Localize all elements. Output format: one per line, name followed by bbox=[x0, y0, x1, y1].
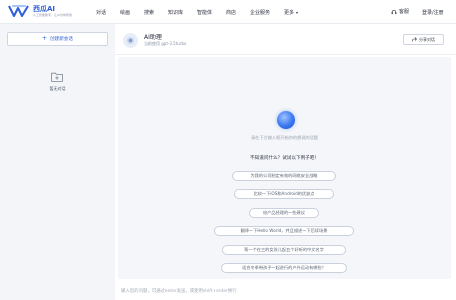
start-hint: 请在下方输入框开始你的想说的话题 bbox=[250, 135, 318, 140]
assistant-model-info: 当前使用 gpt-3.5turbo bbox=[144, 41, 187, 46]
logo-icon bbox=[8, 5, 29, 17]
nav-search[interactable]: 搜索 bbox=[144, 9, 154, 16]
share-label: 分享对话 bbox=[419, 36, 435, 42]
conversation-sidebar: + 创建新会话 暂无对话 bbox=[0, 24, 115, 300]
header-divider bbox=[115, 54, 456, 55]
customer-service-label: 客服 bbox=[399, 9, 410, 15]
assistant-avatar bbox=[123, 33, 138, 48]
top-navigation-bar: 西瓜AI 人工智能助手，让AI为你所用 对话 绘画 搜索 知识库 智能体 商店 … bbox=[0, 0, 456, 24]
brand-slogan: 人工智能助手，让AI为你所用 bbox=[33, 13, 72, 17]
nav-draw[interactable]: 绘画 bbox=[120, 9, 130, 16]
suggestion-chip[interactable]: 为我的公司制定有效的网络安全战略 bbox=[232, 171, 336, 181]
brand-logo[interactable]: 西瓜AI 人工智能助手，让AI为你所用 bbox=[8, 4, 72, 18]
assistant-icon bbox=[126, 36, 135, 45]
nav-more-label: 更多 bbox=[284, 10, 295, 16]
suggestion-chip[interactable]: 帮一个在三的女孩儿起五个好听的中文名字 bbox=[222, 245, 346, 255]
chevron-down-icon bbox=[296, 11, 299, 14]
suggestion-chip[interactable]: 翻译一下Hello World，并且描述一下后续场景 bbox=[214, 226, 354, 236]
chat-messages-area[interactable]: 请在下方输入框开始你的想说的话题 不知道问什么？试试以下例子吧！ 为我的公司制定… bbox=[118, 57, 451, 279]
brand-name: 西瓜AI bbox=[33, 5, 56, 13]
new-chat-button[interactable]: + 创建新会话 bbox=[7, 32, 108, 46]
chat-panel: AI助理 当前使用 gpt-3.5turbo 分享对话 请在下方输入框开始你的想… bbox=[115, 24, 456, 300]
nav-chat[interactable]: 对话 bbox=[96, 9, 106, 16]
empty-folder-icon bbox=[51, 72, 63, 82]
nav-store[interactable]: 商店 bbox=[226, 9, 236, 16]
nav-knowledge-base[interactable]: 知识库 bbox=[168, 9, 183, 16]
suggestion-chip[interactable]: 给产品经理的一些建议 bbox=[249, 208, 319, 218]
suggestion-chip[interactable]: 比较一下iOS和Android的优缺点 bbox=[234, 189, 334, 199]
share-icon bbox=[412, 37, 417, 42]
nav-more[interactable]: 更多 bbox=[284, 9, 299, 16]
share-conversation-button[interactable]: 分享对话 bbox=[403, 34, 444, 45]
new-chat-label: 创建新会话 bbox=[50, 37, 73, 42]
nav-enterprise[interactable]: 企业服务 bbox=[250, 9, 270, 16]
suggestion-chip[interactable]: 适合冬季带孩子一起进行的户外运动有哪些？ bbox=[221, 263, 347, 273]
customer-service-button[interactable]: 客服 bbox=[391, 8, 409, 15]
message-input[interactable] bbox=[121, 286, 441, 296]
nav-agents[interactable]: 智能体 bbox=[197, 9, 212, 16]
message-input-area bbox=[115, 282, 456, 300]
suggestions-title: 不知道问什么？试试以下例子吧！ bbox=[250, 156, 319, 161]
assistant-orb-icon bbox=[277, 111, 295, 129]
empty-conversations-label: 暂无对话 bbox=[49, 86, 66, 91]
headset-icon bbox=[391, 9, 397, 14]
assistant-name: AI助理 bbox=[144, 34, 162, 41]
plus-icon: + bbox=[41, 35, 48, 42]
login-register-link[interactable]: 登录/注册 bbox=[422, 9, 444, 16]
